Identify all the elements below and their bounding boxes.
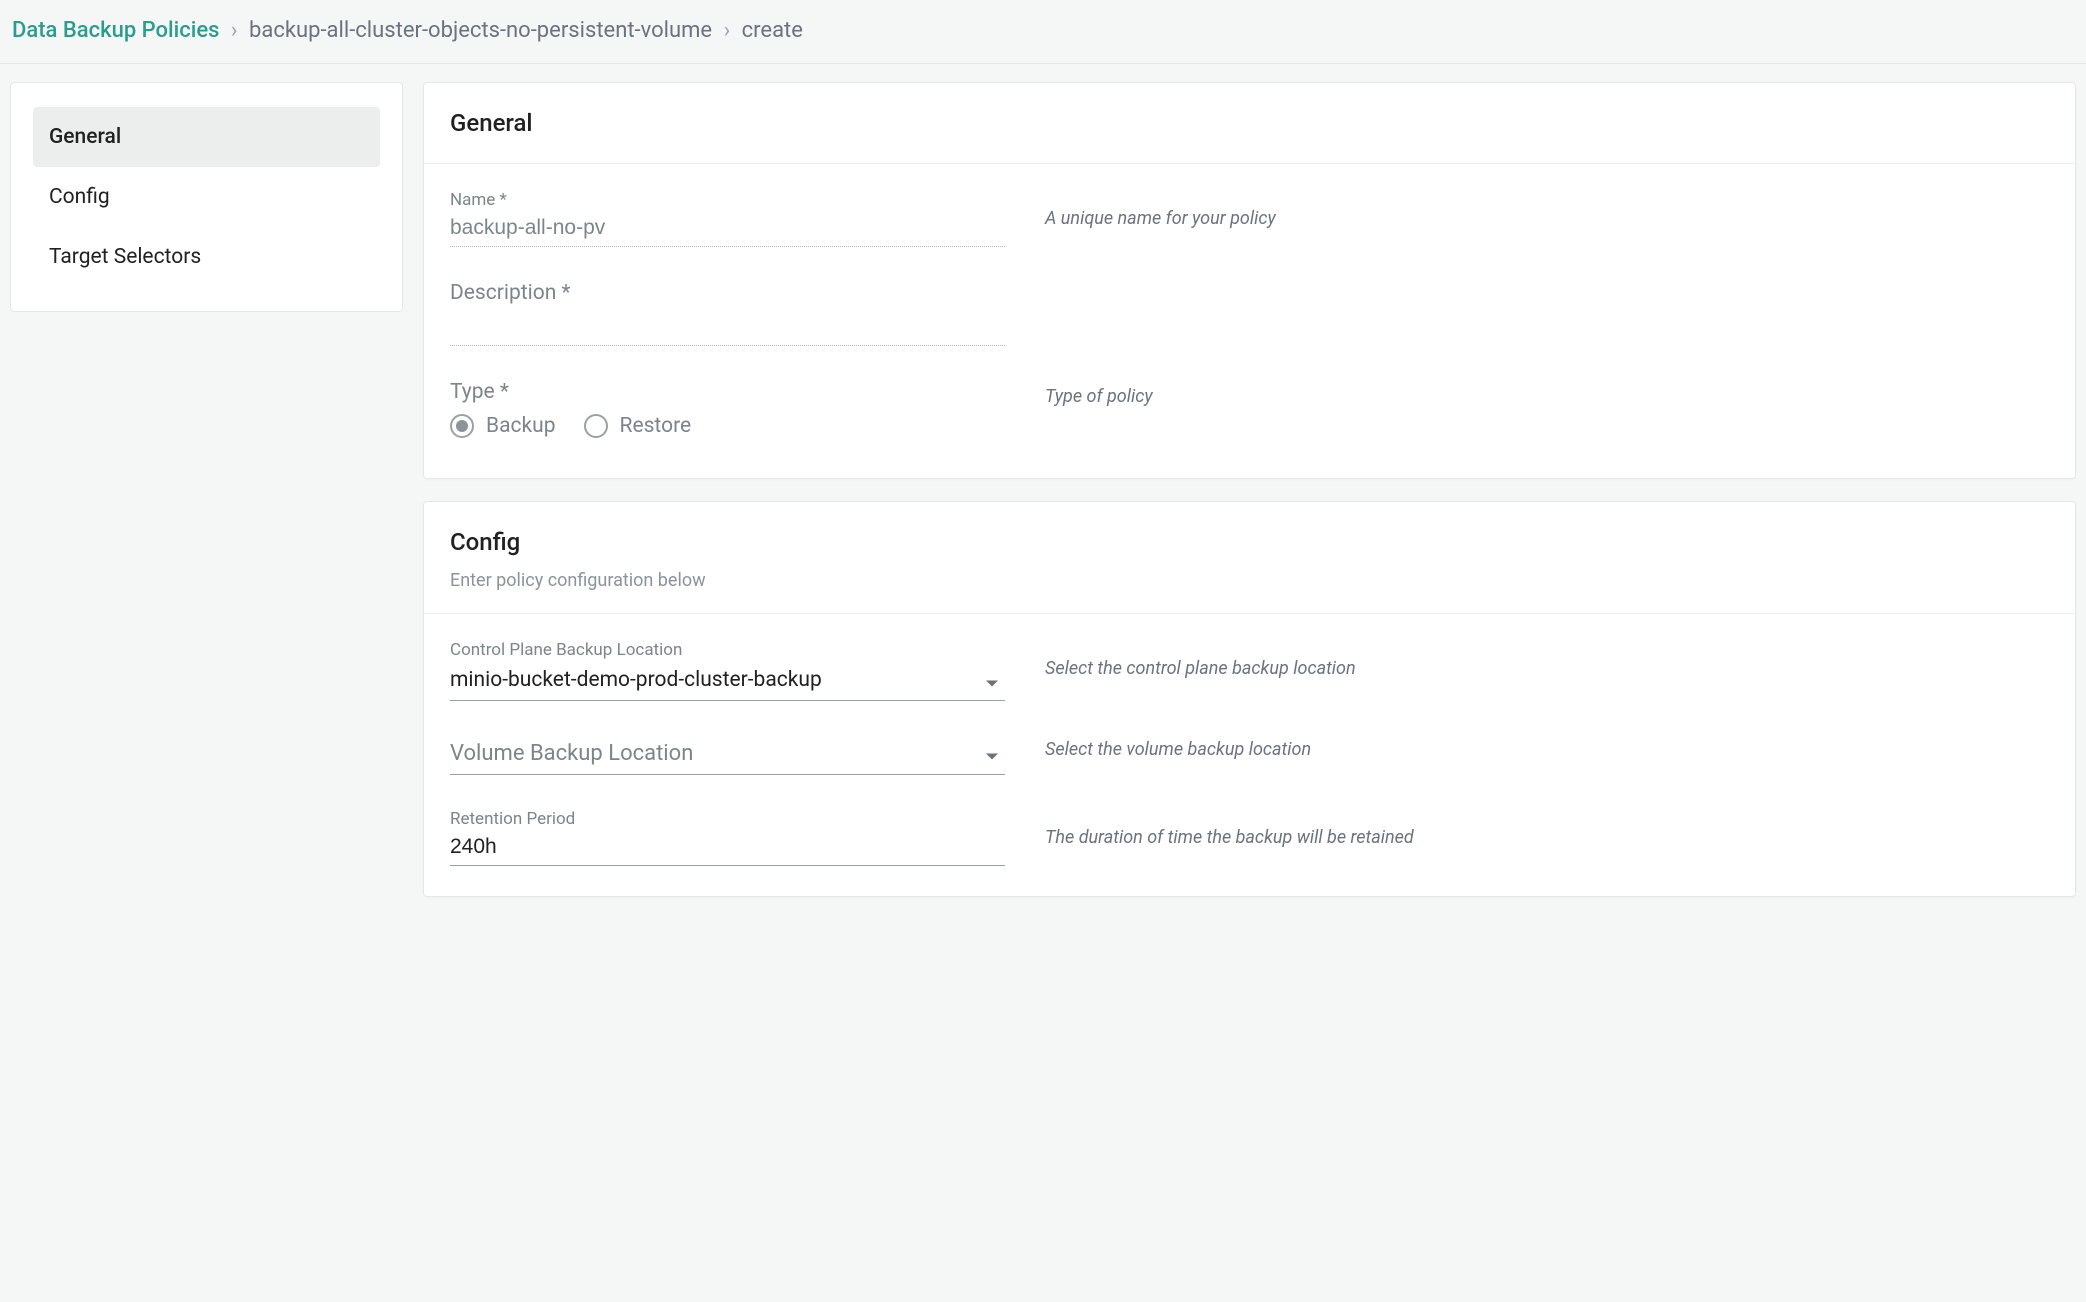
radio-label: Restore xyxy=(620,414,692,438)
breadcrumb-sep-icon: › xyxy=(724,18,731,43)
retention-input[interactable] xyxy=(450,831,1005,866)
sidenav-item-config[interactable]: Config xyxy=(33,167,380,227)
type-radio-group: Backup Restore xyxy=(450,414,1005,438)
breadcrumb-mid[interactable]: backup-all-cluster-objects-no-persistent… xyxy=(249,18,712,43)
control-plane-select[interactable]: minio-bucket-demo-prod-cluster-backup xyxy=(450,662,1005,701)
type-label: Type * xyxy=(450,380,1005,404)
breadcrumb-sep-icon: › xyxy=(231,18,238,43)
general-card: General Name * A unique name for your po… xyxy=(423,82,2076,479)
type-radio-restore[interactable]: Restore xyxy=(584,414,692,438)
radio-unselected-icon xyxy=(584,414,608,438)
retention-label: Retention Period xyxy=(450,809,1005,829)
config-title: Config xyxy=(450,528,2049,556)
volume-backup-help: Select the volume backup location xyxy=(1045,735,2049,760)
radio-label: Backup xyxy=(486,414,556,438)
name-input[interactable] xyxy=(450,212,1005,247)
control-plane-help: Select the control plane backup location xyxy=(1045,640,2049,679)
description-label: Description * xyxy=(450,281,1005,305)
control-plane-label: Control Plane Backup Location xyxy=(450,640,1005,660)
sidenav-item-target-selectors[interactable]: Target Selectors xyxy=(33,227,380,287)
breadcrumb-root[interactable]: Data Backup Policies xyxy=(12,18,219,43)
volume-backup-select[interactable]: Volume Backup Location xyxy=(450,735,1005,775)
name-help: A unique name for your policy xyxy=(1045,190,2049,229)
config-subtitle: Enter policy configuration below xyxy=(450,570,2049,591)
general-title: General xyxy=(450,109,2049,137)
side-nav: General Config Target Selectors xyxy=(10,82,403,312)
sidenav-item-general[interactable]: General xyxy=(33,107,380,167)
type-radio-backup[interactable]: Backup xyxy=(450,414,556,438)
description-help xyxy=(1045,281,2049,299)
config-card: Config Enter policy configuration below … xyxy=(423,501,2076,897)
radio-selected-icon xyxy=(450,414,474,438)
type-help: Type of policy xyxy=(1045,380,2049,407)
breadcrumb-leaf: create xyxy=(742,18,803,43)
retention-help: The duration of time the backup will be … xyxy=(1045,809,2049,848)
breadcrumb: Data Backup Policies › backup-all-cluste… xyxy=(0,0,2086,64)
name-label: Name * xyxy=(450,190,1005,210)
description-input[interactable] xyxy=(450,311,1005,346)
